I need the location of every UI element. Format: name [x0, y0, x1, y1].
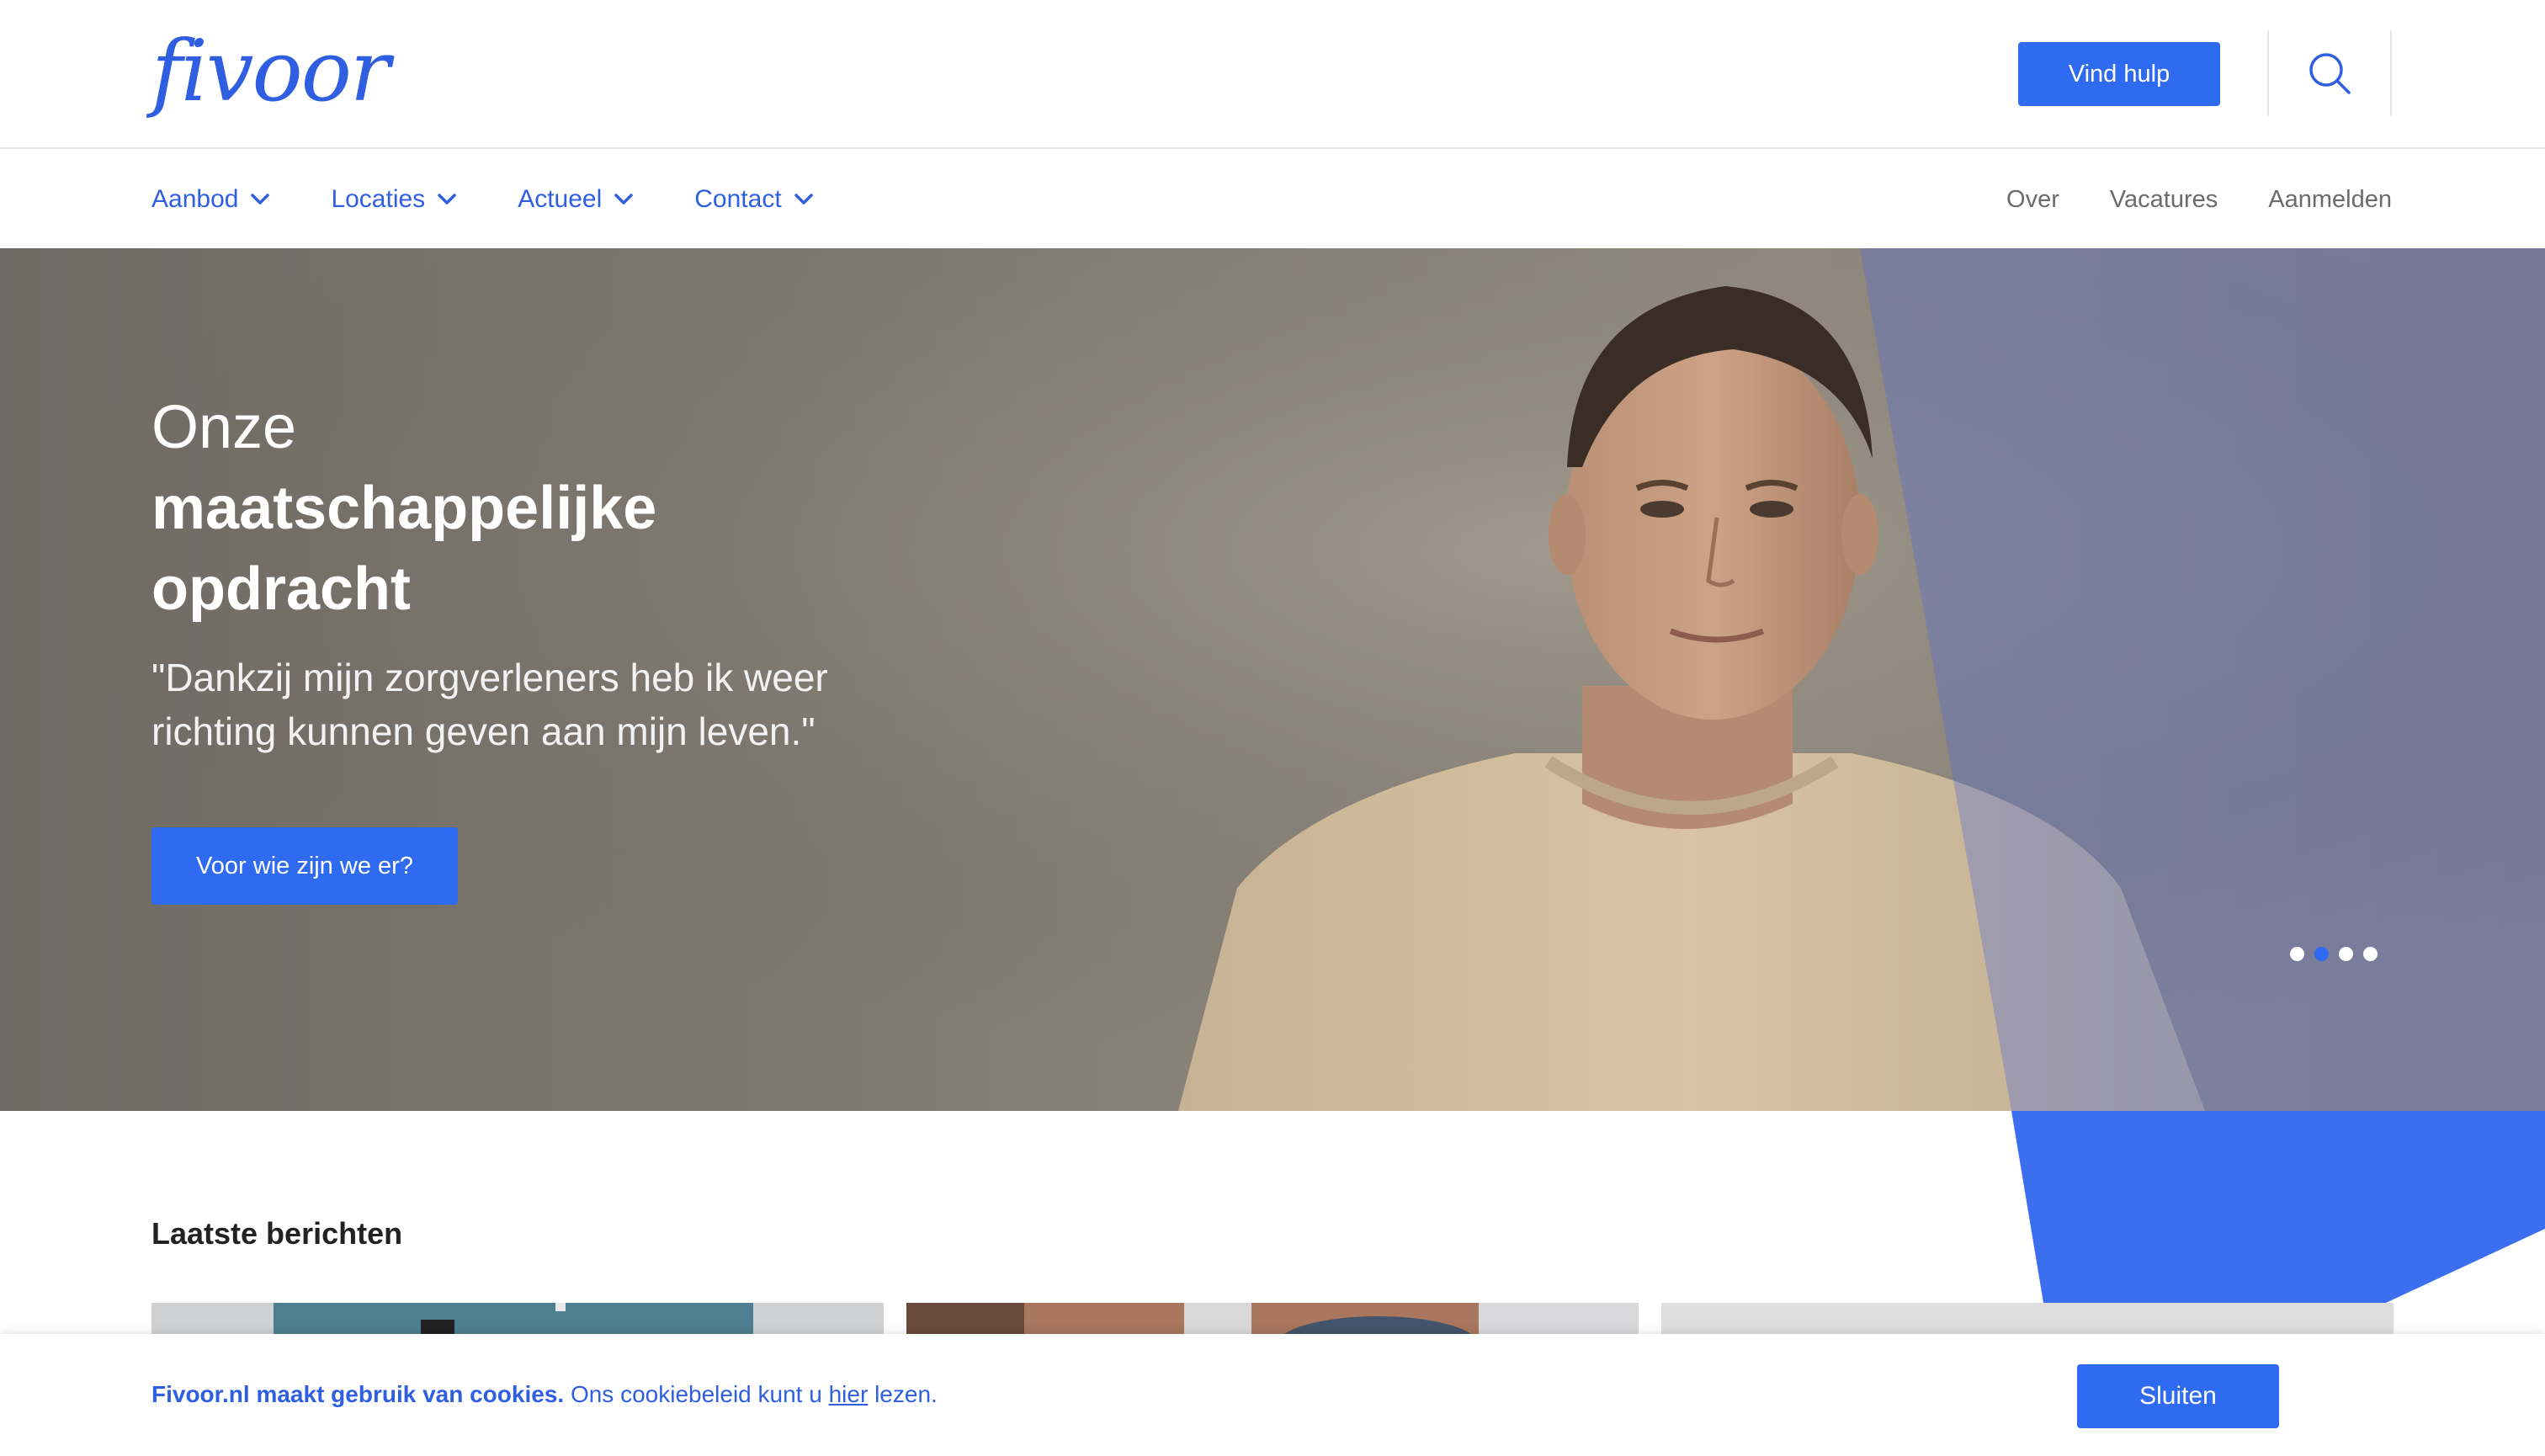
search-icon	[2309, 53, 2351, 94]
carousel-dot[interactable]	[2290, 947, 2304, 961]
sluiten-button[interactable]: Sluiten	[2077, 1364, 2279, 1428]
nav-aanmelden[interactable]: Aanmelden	[2268, 186, 2392, 214]
chevron-down-icon	[794, 194, 813, 205]
nav-over[interactable]: Over	[2006, 186, 2059, 214]
chevron-down-icon	[614, 194, 634, 205]
page: fivoor Vind hulp Aanbod Locaties Actueel	[0, 0, 2545, 1456]
carousel-dot-active[interactable]	[2314, 947, 2329, 961]
nav-aanbod[interactable]: Aanbod	[151, 185, 272, 214]
nav-locaties[interactable]: Locaties	[331, 185, 459, 214]
vind-hulp-button[interactable]: Vind hulp	[2018, 42, 2220, 106]
hero-title-light: Onze	[151, 394, 297, 461]
nav-label: Locaties	[331, 185, 426, 213]
hero-quote: "Dankzij mijn zorgverleners heb ik weer …	[151, 656, 828, 753]
blue-accent-lower	[2011, 1111, 2545, 1303]
nav-label: Actueel	[518, 185, 603, 213]
hero-banner: Onze maatschappelijke opdracht "Dankzij …	[0, 248, 2545, 1111]
cookie-bold-text: Fivoor.nl maakt gebruik van cookies.	[151, 1381, 565, 1407]
search-container	[2267, 30, 2392, 116]
cookie-message: Fivoor.nl maakt gebruik van cookies. Ons…	[151, 1376, 938, 1413]
carousel-dot[interactable]	[2339, 947, 2353, 961]
search-button[interactable]	[2300, 44, 2359, 103]
cookie-text-after: lezen.	[868, 1381, 938, 1407]
cookie-text-before: Ons cookiebeleid kunt u	[564, 1381, 829, 1407]
section-title-latest-news: Laatste berichten	[151, 1216, 403, 1251]
top-header: fivoor Vind hulp	[0, 0, 2545, 149]
primary-nav: Aanbod Locaties Actueel Contact	[151, 151, 816, 248]
hero-title-bold-2: opdracht	[151, 555, 412, 623]
nav-actueel[interactable]: Actueel	[518, 185, 635, 214]
voor-wie-button[interactable]: Voor wie zijn we er?	[151, 827, 458, 905]
main-navigation: Aanbod Locaties Actueel Contact Over Vac…	[0, 151, 2545, 248]
nav-vacatures[interactable]: Vacatures	[2110, 186, 2218, 214]
hero-title-bold-1: maatschappelijke	[151, 475, 657, 542]
carousel-dots	[2290, 947, 2378, 961]
fivoor-logo[interactable]: fivoor	[151, 25, 391, 118]
carousel-dot[interactable]	[2363, 947, 2378, 961]
cookie-policy-link[interactable]: hier	[829, 1381, 869, 1407]
nav-contact[interactable]: Contact	[694, 185, 815, 214]
hero-title: Onze maatschappelijke opdracht	[151, 387, 909, 630]
nav-label: Contact	[694, 185, 782, 213]
chevron-down-icon	[438, 194, 456, 205]
nav-label: Aanbod	[151, 185, 239, 213]
chevron-down-icon	[251, 194, 270, 205]
cookie-banner: Fivoor.nl maakt gebruik van cookies. Ons…	[0, 1334, 2545, 1456]
secondary-nav: Over Vacatures Aanmelden	[2006, 151, 2392, 248]
